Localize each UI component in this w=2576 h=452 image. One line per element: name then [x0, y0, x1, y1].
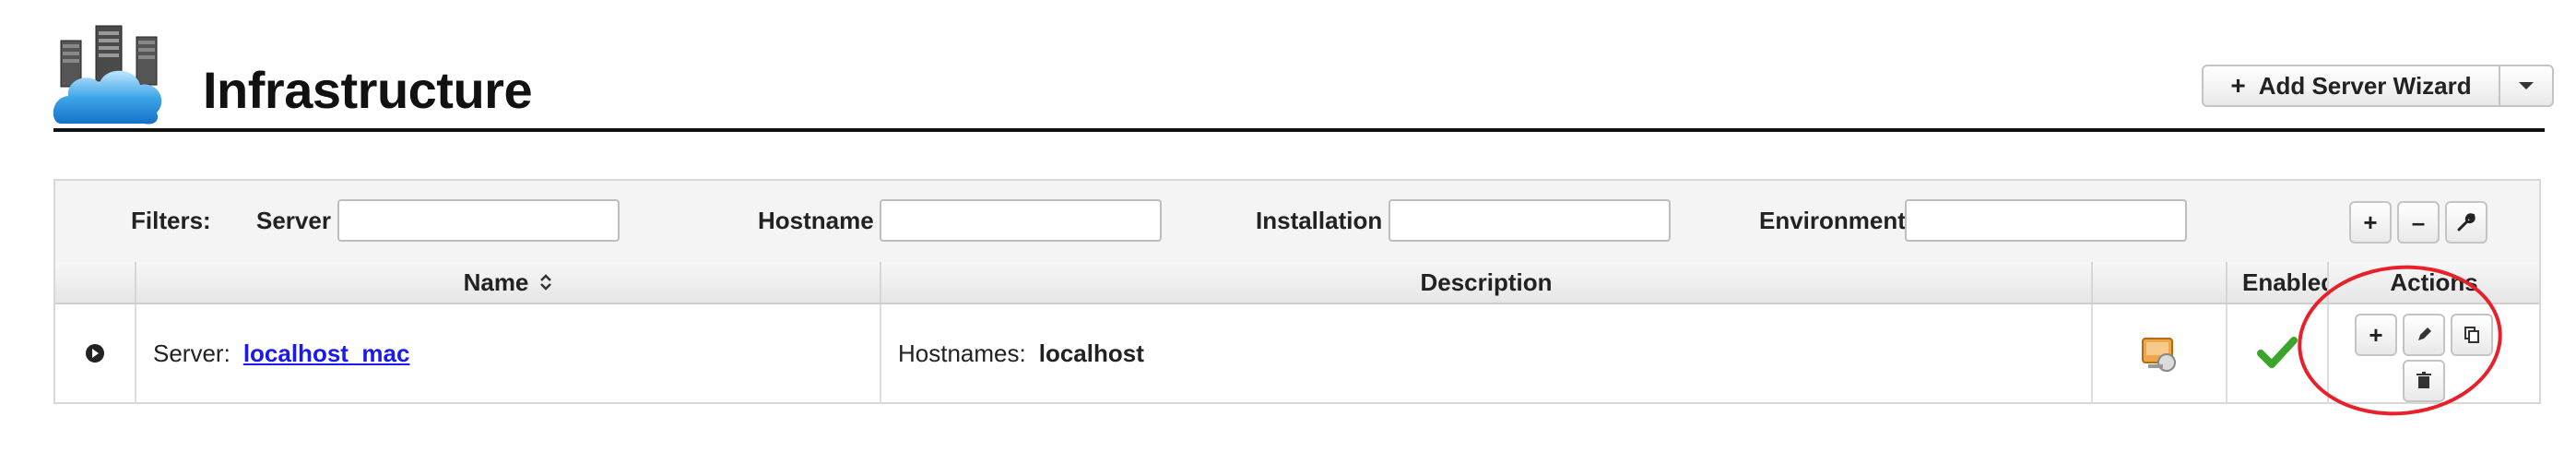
- hostname-value: localhost: [1038, 339, 1144, 367]
- add-server-wizard-button[interactable]: + Add Server Wizard: [2202, 65, 2500, 107]
- expand-circle-icon[interactable]: [85, 343, 105, 363]
- enabled-cell: [2227, 304, 2329, 402]
- checkmark-icon: [2257, 337, 2298, 368]
- type-column-header: [2093, 262, 2227, 303]
- pencil-icon: [2418, 327, 2431, 340]
- server-name-link[interactable]: localhost_mac: [243, 339, 410, 368]
- wrench-icon: [2457, 213, 2476, 232]
- copy-icon: [2464, 327, 2479, 343]
- table-row: Server: localhost_mac Hostnames: localho…: [55, 304, 2539, 402]
- trash-icon: [2416, 372, 2431, 388]
- hostnames-prefix: Hostnames:: [898, 339, 1026, 367]
- copy-button[interactable]: [2451, 314, 2493, 356]
- chevron-down-icon: [2519, 82, 2534, 89]
- name-column-label: Name: [463, 268, 529, 296]
- name-column-header[interactable]: Name: [136, 262, 881, 303]
- add-child-button[interactable]: +: [2355, 314, 2397, 356]
- table-header-row: Name Description Enabled Actions: [55, 262, 2539, 304]
- minus-icon: –: [2411, 208, 2426, 236]
- installation-filter-label: Installation: [1256, 207, 1383, 234]
- filter-settings-button[interactable]: [2445, 201, 2487, 244]
- installation-filter-input[interactable]: [1388, 199, 1671, 242]
- plus-icon: +: [2363, 208, 2378, 236]
- environment-filter-label: Environment: [1759, 207, 1906, 234]
- remove-filter-button[interactable]: –: [2397, 201, 2440, 244]
- delete-button[interactable]: [2403, 360, 2445, 402]
- server-filter-label: Server: [256, 207, 331, 234]
- hostname-filter-label: Hostname: [758, 207, 874, 234]
- plus-icon: +: [2369, 320, 2383, 349]
- edit-button[interactable]: [2403, 314, 2445, 356]
- server-prefix: Server:: [153, 339, 230, 367]
- server-machine-icon: [2142, 338, 2176, 372]
- description-cell: Hostnames: localhost: [881, 304, 2093, 402]
- plus-icon: +: [2230, 71, 2246, 100]
- title-divider: [53, 128, 2545, 132]
- filters-label: Filters:: [131, 207, 211, 234]
- name-cell: Server: localhost_mac: [136, 304, 881, 402]
- server-table-panel: Filters: Server Hostname Installation En…: [53, 179, 2541, 404]
- type-cell: [2093, 304, 2227, 402]
- wizard-dropdown-toggle[interactable]: [2500, 65, 2554, 107]
- hostname-filter-input[interactable]: [880, 199, 1162, 242]
- add-filter-button[interactable]: +: [2349, 201, 2392, 244]
- enabled-column-header: Enabled: [2227, 262, 2329, 303]
- sort-icon: [540, 274, 552, 291]
- server-filter-input[interactable]: [337, 199, 620, 242]
- actions-cell: +: [2329, 304, 2539, 402]
- expand-column-header: [55, 262, 136, 303]
- filters-bar: Filters: Server Hostname Installation En…: [55, 181, 2539, 264]
- add-server-wizard-label: Add Server Wizard: [2258, 71, 2472, 100]
- environment-filter-input[interactable]: [1905, 199, 2187, 242]
- description-column-header: Description: [881, 262, 2093, 303]
- row-expand-cell: [55, 304, 136, 402]
- page-title: Infrastructure: [203, 61, 533, 119]
- add-server-wizard-group: + Add Server Wizard: [2202, 65, 2554, 107]
- actions-column-header: Actions: [2390, 268, 2478, 296]
- cloud-servers-icon: [52, 24, 166, 127]
